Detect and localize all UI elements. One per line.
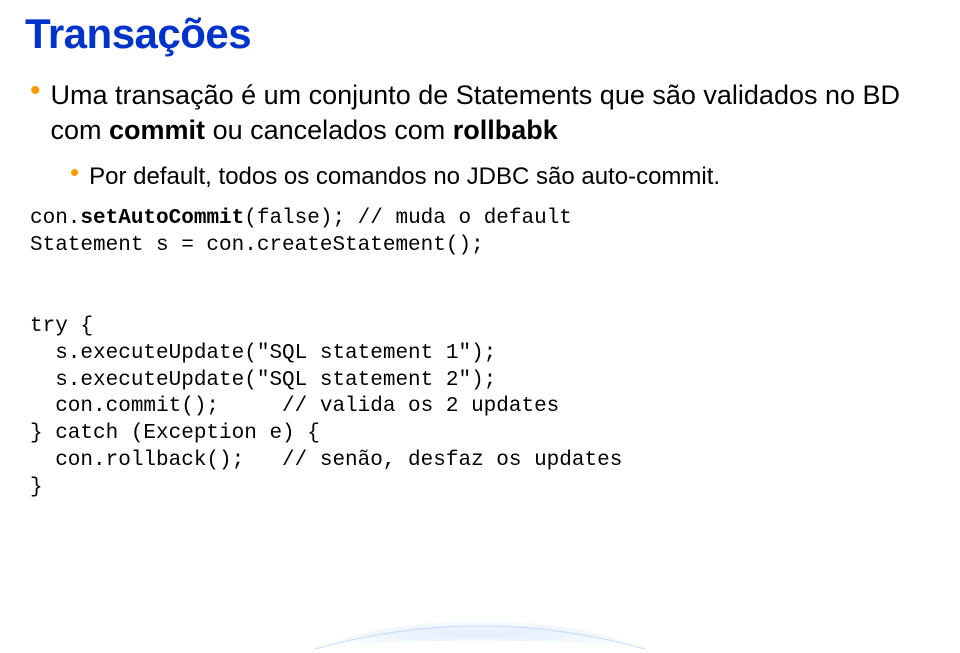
slide-container: Transações • Uma transação é um conjunto… <box>0 0 960 653</box>
code-line-5: s.executeUpdate("SQL statement 2"); <box>30 369 496 392</box>
code-line-3: try { <box>30 315 93 338</box>
bullet-level2: • Por default, todos os comandos no JDBC… <box>70 161 930 192</box>
bullet-dot-icon: • <box>70 159 79 185</box>
code-line-2: Statement s = con.createStatement(); <box>30 234 484 257</box>
code-line-1c: (false); // muda o default <box>244 207 572 230</box>
bullet-dot-icon: • <box>30 76 41 106</box>
code-line-6: con.commit(); // valida os 2 updates <box>30 395 559 418</box>
bullet1-rollback: rollbabk <box>453 115 558 145</box>
code-line-8: con.rollback(); // senão, desfaz os upda… <box>30 449 622 472</box>
code-line-7: } catch (Exception e) { <box>30 422 320 445</box>
code-line-1b: setAutoCommit <box>80 207 244 230</box>
page-title: Transações <box>25 10 930 58</box>
bullet1-commit: commit <box>109 115 205 145</box>
bullet-level1: • Uma transação é um conjunto de Stateme… <box>30 78 930 147</box>
code-block-1: con.setAutoCommit(false); // muda o defa… <box>30 206 930 502</box>
code-line-1a: con. <box>30 207 80 230</box>
bullet1-part2: ou cancelados com <box>205 115 453 145</box>
code-line-4: s.executeUpdate("SQL statement 1"); <box>30 342 496 365</box>
slide-swoosh-decoration <box>290 603 670 653</box>
bullet2-text: Por default, todos os comandos no JDBC s… <box>89 161 720 192</box>
bullet1-text: Uma transação é um conjunto de Statement… <box>51 78 930 147</box>
code-line-9: } <box>30 476 43 499</box>
